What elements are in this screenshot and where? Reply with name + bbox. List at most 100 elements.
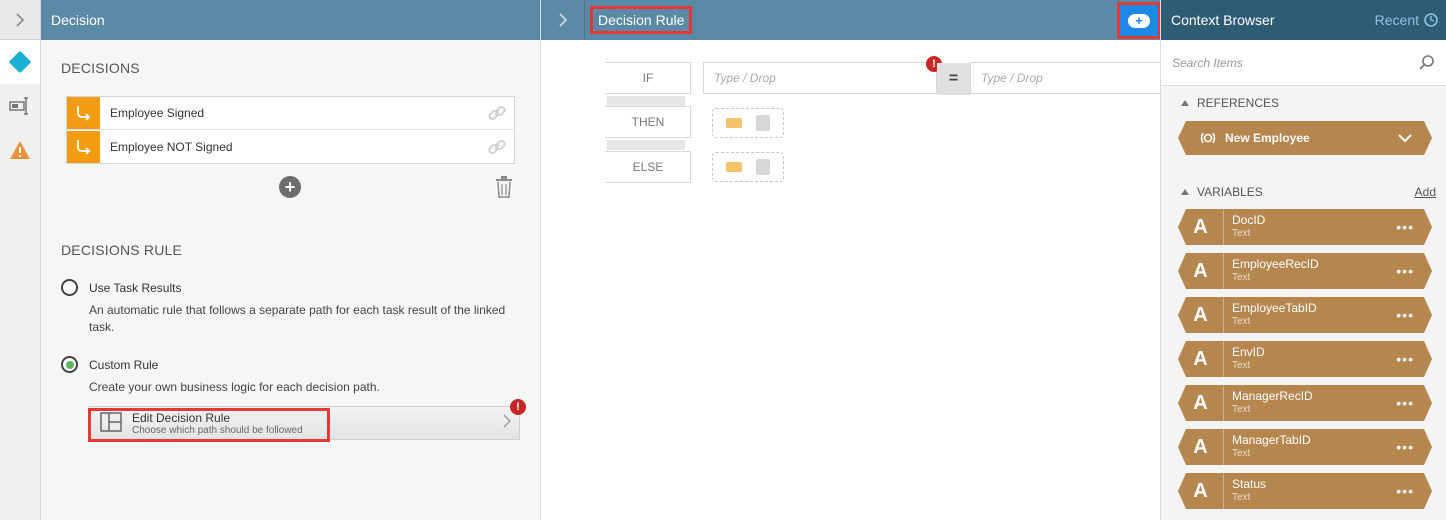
decision-label: Employee Signed [110, 106, 205, 120]
variable-type: Text [1232, 228, 1251, 239]
option-description: Create your own business logic for each … [89, 380, 380, 394]
chevron-right-icon [16, 12, 25, 27]
decision-label: Employee NOT Signed [110, 139, 233, 154]
left-operand-input[interactable]: Type / Drop [703, 62, 937, 94]
then-action-slot[interactable] [712, 108, 784, 138]
radio-button[interactable] [61, 279, 78, 296]
rail-item-decision[interactable] [0, 40, 40, 84]
action-icon [726, 162, 742, 172]
text-type-icon: A [1178, 341, 1224, 377]
more-options-icon[interactable]: ••• [1396, 307, 1414, 323]
variable-name: DocID [1232, 213, 1266, 227]
variable-name: ManagerRecID [1232, 389, 1313, 403]
trash-icon [496, 176, 512, 198]
variable-item[interactable]: A EmployeeRecID Text ••• [1178, 253, 1432, 289]
collapse-triangle-icon [1181, 189, 1189, 195]
variable-name: ManagerTabID [1232, 433, 1311, 447]
add-variable-link[interactable]: Add [1415, 185, 1436, 199]
more-options-icon[interactable]: ••• [1396, 439, 1414, 455]
collapse-panel-button[interactable] [541, 0, 585, 40]
variables-heading: VARIABLES [1197, 185, 1263, 199]
left-rail [0, 0, 41, 520]
left-operand-placeholder: Type / Drop [714, 71, 776, 85]
text-type-icon: A [1178, 253, 1224, 289]
decisions-heading: DECISIONS [61, 60, 140, 76]
link-icon[interactable] [480, 103, 514, 123]
operator-selector[interactable]: = [937, 63, 970, 95]
option-label: Custom Rule [89, 357, 159, 372]
outcome-icon [756, 115, 770, 131]
references-section-header[interactable]: REFERENCES [1181, 96, 1436, 110]
reference-item[interactable]: New Employee [1178, 121, 1432, 155]
context-browser-header: Context Browser Recent [1161, 0, 1446, 40]
radio-button-selected[interactable] [61, 356, 78, 373]
then-label: THEN [605, 106, 691, 138]
use-task-results-option[interactable]: Use Task Results [61, 279, 181, 296]
variable-name: EmployeeTabID [1232, 301, 1317, 315]
error-icon: ! [510, 399, 526, 415]
clock-icon [1424, 13, 1438, 27]
variables-section-header[interactable]: VARIABLES Add [1181, 185, 1436, 199]
text-type-icon: A [1178, 297, 1224, 333]
variable-item[interactable]: A DocID Text ••• [1178, 209, 1432, 245]
text-type-icon: A [1178, 473, 1224, 509]
more-options-icon[interactable]: ••• [1396, 219, 1414, 235]
branch-arrow-icon [67, 130, 100, 163]
highlight-box [88, 408, 330, 442]
link-icon[interactable] [480, 137, 514, 157]
reference-label: New Employee [1225, 131, 1310, 145]
search-input[interactable]: Search Items [1161, 40, 1446, 86]
recent-label: Recent [1374, 12, 1419, 28]
more-options-icon[interactable]: ••• [1396, 351, 1414, 367]
variable-type: Text [1232, 360, 1251, 371]
rail-item-warnings[interactable] [0, 128, 40, 172]
custom-rule-option[interactable]: Custom Rule [61, 356, 158, 373]
decision-rule-panel: Decision Rule + IF Type / Drop ! = Type … [540, 0, 1161, 520]
context-browser-panel: Context Browser Recent Search Items REFE… [1160, 0, 1446, 520]
recent-button[interactable]: Recent [1375, 12, 1438, 28]
expand-rail-button[interactable] [0, 0, 40, 40]
more-options-icon[interactable]: ••• [1396, 483, 1414, 499]
variable-item[interactable]: A EmployeeTabID Text ••• [1178, 297, 1432, 333]
more-options-icon[interactable]: ••• [1396, 263, 1414, 279]
variable-type: Text [1232, 448, 1251, 459]
right-operand-placeholder: Type / Drop [981, 71, 1043, 85]
variable-item[interactable]: A ManagerTabID Text ••• [1178, 429, 1432, 465]
rail-item-form[interactable] [0, 84, 40, 128]
equals-operator: = [948, 70, 959, 87]
form-field-icon [9, 97, 28, 115]
panel-title: Decision [51, 12, 105, 28]
else-label: ELSE [605, 151, 691, 183]
variable-type: Text [1232, 316, 1251, 327]
variable-type: Text [1232, 404, 1251, 415]
toggle-context-browser-button[interactable]: + [1117, 2, 1161, 39]
if-label: IF [605, 62, 691, 94]
outcome-icon [756, 159, 770, 175]
chevron-down-icon[interactable] [1398, 133, 1412, 143]
decision-item[interactable]: Employee NOT Signed [67, 130, 514, 163]
more-options-icon[interactable]: ••• [1396, 395, 1414, 411]
text-type-icon: A [1178, 385, 1224, 421]
action-icon [726, 118, 742, 128]
decisions-list: Employee Signed Employee NOT Signed [66, 96, 515, 164]
text-type-icon: A [1178, 429, 1224, 465]
text-type-icon: A [1178, 209, 1224, 245]
diamond-icon [8, 50, 32, 74]
else-action-slot[interactable] [712, 152, 784, 182]
decisions-rule-heading: DECISIONS RULE [61, 242, 183, 258]
context-plus-icon: + [1128, 13, 1150, 28]
rule-panel-title: Decision Rule [590, 6, 693, 34]
chevron-right-icon [503, 414, 511, 433]
decision-rule-header: Decision Rule + [585, 0, 1161, 40]
decision-item[interactable]: Employee Signed [67, 97, 514, 130]
variable-item[interactable]: A ManagerRecID Text ••• [1178, 385, 1432, 421]
add-decision-button[interactable]: + [279, 176, 301, 198]
variable-item[interactable]: A Status Text ••• [1178, 473, 1432, 509]
variable-item[interactable]: A EnvID Text ••• [1178, 341, 1432, 377]
connector [607, 140, 685, 150]
delete-decision-button[interactable] [495, 176, 513, 201]
right-operand-input[interactable]: Type / Drop [970, 62, 1161, 94]
decision-panel-header: Decision [41, 0, 540, 40]
context-browser-title: Context Browser [1171, 12, 1275, 28]
search-icon[interactable] [1419, 54, 1435, 71]
